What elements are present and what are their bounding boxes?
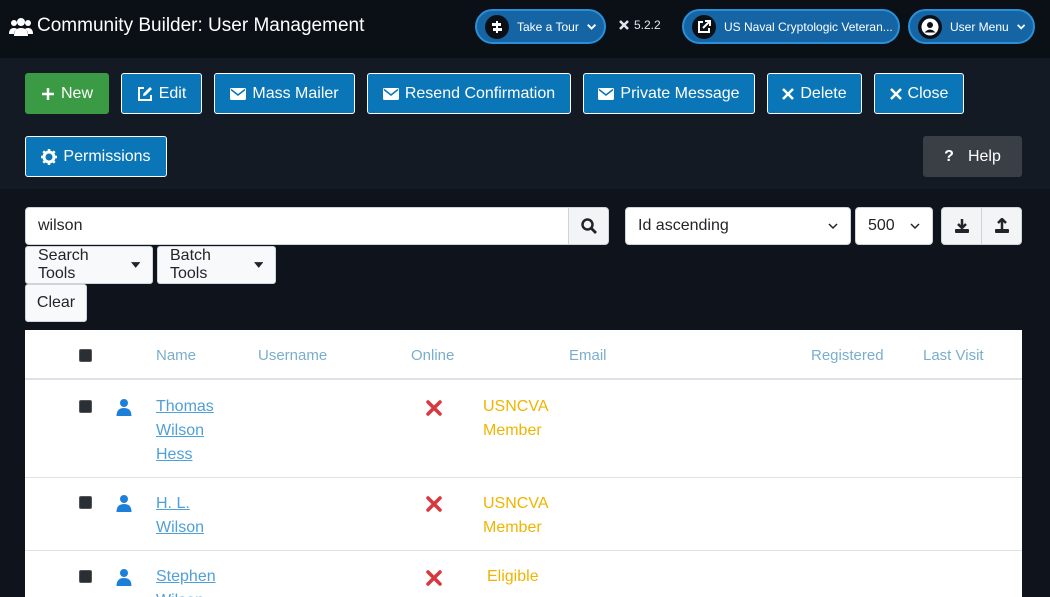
caret-down-icon (130, 262, 140, 268)
user-icon (116, 495, 132, 512)
column-email[interactable]: Email (569, 347, 607, 364)
users-table: Name Username Online Email Registered La… (25, 330, 1022, 597)
upload-icon (994, 218, 1009, 233)
user-name-link[interactable]: H. L. Wilson (156, 492, 226, 540)
gear-icon (41, 148, 58, 165)
clear-button[interactable]: Clear (25, 284, 87, 322)
column-online[interactable]: Online (411, 347, 454, 364)
table-row: H. L. Wilson USNCVA Member (25, 478, 1022, 551)
column-last-visit[interactable]: Last Visit (923, 347, 984, 364)
limit-select[interactable]: 500 (855, 207, 933, 245)
take-tour-button[interactable]: Take a Tour (475, 9, 606, 44)
edit-button[interactable]: Edit (121, 73, 202, 114)
user-name-link[interactable]: Stephen Wilson (156, 565, 226, 597)
download-icon (954, 219, 969, 233)
table-row: Stephen Wilson Eligible (25, 551, 1022, 597)
envelope-icon (598, 87, 615, 100)
chevron-down-icon (586, 23, 596, 30)
plus-icon (41, 87, 54, 100)
permissions-button[interactable]: Permissions (25, 136, 167, 177)
table-row: Thomas Wilson Hess USNCVA Member (25, 381, 1022, 478)
upload-button[interactable] (981, 207, 1022, 245)
edit-icon (137, 86, 152, 101)
resend-confirmation-button[interactable]: Resend Confirmation (367, 73, 571, 114)
status-badge: Eligible (487, 568, 539, 585)
mass-mailer-button[interactable]: Mass Mailer (214, 73, 355, 114)
close-button[interactable]: Close (874, 73, 964, 114)
toolbar: New Edit Mass Mailer Resend Confirmation… (0, 58, 1050, 189)
delete-button[interactable]: Delete (767, 73, 862, 114)
app-header: Community Builder: User Management Take … (0, 0, 1050, 58)
row-checkbox[interactable] (79, 400, 92, 413)
row-checkbox[interactable] (79, 570, 92, 583)
select-all-checkbox[interactable] (79, 349, 92, 362)
question-icon: ? (944, 147, 954, 165)
times-icon (782, 87, 795, 100)
sort-select[interactable]: Id ascending (625, 207, 851, 245)
site-link-button[interactable]: US Naval Cryptologic Veteran... (682, 9, 900, 44)
search-icon (580, 218, 597, 234)
chevron-down-icon (828, 222, 838, 229)
search-tools-button[interactable]: Search Tools (25, 246, 153, 284)
new-button[interactable]: New (25, 73, 109, 114)
page-title: Community Builder: User Management (9, 15, 364, 37)
signpost-icon (485, 14, 509, 39)
times-icon (889, 87, 902, 100)
joomla-icon (619, 20, 629, 30)
download-button[interactable] (941, 207, 982, 245)
help-button[interactable]: ? Help (923, 136, 1022, 177)
user-icon (116, 399, 132, 416)
user-icon (116, 569, 132, 586)
search-button[interactable] (568, 207, 609, 245)
caret-down-icon (253, 262, 263, 268)
column-username[interactable]: Username (258, 347, 327, 364)
user-name-link[interactable]: Thomas Wilson Hess (156, 395, 226, 467)
offline-x-icon (426, 496, 442, 512)
chevron-down-icon (1016, 23, 1025, 30)
joomla-version: 5.2.2 (618, 18, 661, 32)
private-message-button[interactable]: Private Message (583, 73, 755, 114)
user-circle-icon (918, 14, 942, 39)
offline-x-icon (426, 400, 442, 416)
offline-x-icon (426, 570, 442, 586)
column-name[interactable]: Name (156, 347, 196, 364)
user-menu-button[interactable]: User Menu (908, 9, 1035, 44)
status-badge: USNCVA Member (483, 398, 549, 439)
row-checkbox[interactable] (79, 496, 92, 509)
batch-tools-button[interactable]: Batch Tools (157, 246, 276, 284)
envelope-icon (230, 87, 247, 100)
status-badge: USNCVA Member (483, 495, 549, 536)
chevron-down-icon (910, 222, 920, 229)
external-link-icon (692, 14, 716, 39)
envelope-icon (382, 87, 399, 100)
search-input[interactable] (25, 207, 569, 245)
users-icon (9, 18, 33, 36)
column-registered[interactable]: Registered (811, 347, 884, 364)
table-header: Name Username Online Email Registered La… (25, 330, 1022, 380)
